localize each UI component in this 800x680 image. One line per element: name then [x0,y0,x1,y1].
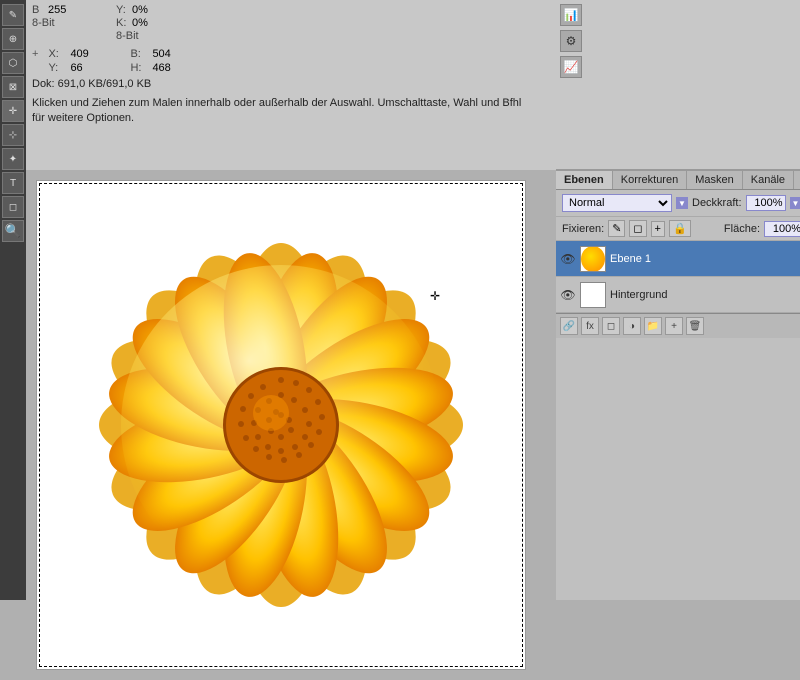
layer-visibility-ebene1[interactable]: 👁 [560,251,576,267]
canvas[interactable]: ✛ [36,180,526,670]
blend-mode-row: Normal ▼ Deckkraft: ▼ [556,190,800,217]
doc-info: Dok: 691,0 KB/691,0 KB [32,78,550,90]
right-panel: 📊 ⚙ 📈 Ebenen Korrekturen Masken Kanäle P… [556,0,800,600]
coord-row: + X: 409 B: 504 [32,48,550,60]
layers-bottom-toolbar: 🔗 fx ◻ ◑ 📁 + 🗑 [556,313,800,338]
graph-icon[interactable]: 📈 [560,56,582,78]
x-value: 409 [70,48,100,60]
b-value: 255 [48,4,78,16]
bit-label2: 8-Bit [116,30,139,42]
layer-visibility-hintergrund[interactable]: 👁 [560,287,576,303]
k-value: 0% [132,17,162,29]
histogram-icon[interactable]: 📊 [560,4,582,26]
tool-clone[interactable]: ✦ [2,148,24,170]
top-panel: B 255 8-Bit Y: 0% K: 0% [26,0,556,170]
fix-position-btn[interactable]: ✎ [608,220,625,237]
blend-mode-select[interactable]: Normal [562,194,672,212]
tool-shape[interactable]: ◻ [2,196,24,218]
link-layers-btn[interactable]: 🔗 [560,317,578,335]
layers-panel: Ebenen Korrekturen Masken Kanäle Pfade ≡… [556,170,800,600]
y-label: Y: [116,4,128,16]
layer-row-ebene1[interactable]: 👁 Ebene 1 [556,241,800,277]
opacity-dropdown-arrow[interactable]: ▼ [790,197,800,209]
flower-image [61,205,501,645]
blend-dropdown-arrow[interactable]: ▼ [676,197,688,209]
tab-kanaele[interactable]: Kanäle [743,171,794,189]
new-group-btn[interactable]: 📁 [644,317,662,335]
opacity-label: Deckkraft: [692,197,742,209]
layer-thumb-hintergrund [580,282,606,308]
canvas-wrapper[interactable]: ✛ [26,170,556,680]
info-left: B 255 8-Bit Y: 0% K: 0% [26,0,556,170]
tool-move[interactable]: ⊕ [2,28,24,50]
flaeche-label: Fläche: [724,223,760,235]
layer-thumb-ebene1 [580,246,606,272]
y-value: 0% [132,4,162,16]
layer-style-btn[interactable]: fx [581,317,599,335]
tab-korrekturen[interactable]: Korrekturen [613,171,687,189]
bit-label1: 8-Bit [32,17,55,29]
right-icon-row1: 📊 [560,4,800,26]
new-layer-btn[interactable]: + [665,317,683,335]
layer-name-ebene1: Ebene 1 [610,253,800,265]
tab-masken[interactable]: Masken [687,171,743,189]
tool-zoom[interactable]: 🔍 [2,220,24,242]
color-info: B 255 8-Bit Y: 0% K: 0% [32,4,550,42]
tool-select[interactable]: ⬡ [2,52,24,74]
tab-ebenen[interactable]: Ebenen [556,171,613,189]
h-value: 468 [152,62,182,74]
fix-transparency-btn[interactable]: ◻ [629,220,646,237]
layer-name-hintergrund: Hintergrund [610,289,800,301]
layer-thumb-flower-icon [581,246,605,272]
add-mask-btn[interactable]: ◻ [602,317,620,335]
tool-brush[interactable]: ✎ [2,4,24,26]
coord-row2: + Y: 66 H: 468 [32,62,550,74]
tool-crop[interactable]: ✛ [2,100,24,122]
fix-all-btn[interactable]: + [651,221,665,237]
b-info-block: B 255 8-Bit [32,4,78,42]
right-icon-row2: ⚙ [560,30,800,52]
yk-info-block: Y: 0% K: 0% 8-Bit [116,4,162,42]
fix-label: Fixieren: [562,223,604,235]
right-icon-row3: 📈 [560,56,800,78]
b2-label: B: [130,48,142,60]
layers-tabs: Ebenen Korrekturen Masken Kanäle Pfade ≡ [556,171,800,190]
new-adjustment-btn[interactable]: ◑ [623,317,641,335]
h-label: H: [130,62,142,74]
right-top: 📊 ⚙ 📈 [556,0,800,170]
tool-text[interactable]: T [2,172,24,194]
y2-label: Y: [48,62,60,74]
left-toolbar: ✎ ⊕ ⬡ ⊠ ✛ ⊹ ✦ T ◻ 🔍 [0,0,26,600]
tool-lasso[interactable]: ⊠ [2,76,24,98]
opacity-input[interactable] [746,195,786,211]
delete-layer-btn[interactable]: 🗑 [686,317,704,335]
layer-row-hintergrund[interactable]: 👁 Hintergrund 🔒 [556,277,800,313]
tab-pfade[interactable]: Pfade [794,171,800,189]
b2-value: 504 [152,48,182,60]
fix-row: Fixieren: ✎ ◻ + 🔒 Fläche: ▼ [556,217,800,241]
hint-text: Klicken und Ziehen zum Malen innerhalb o… [32,96,532,127]
x-label: X: [48,48,60,60]
flaeche-input[interactable] [764,221,800,237]
k-label: K: [116,17,128,29]
main-area: B 255 8-Bit Y: 0% K: 0% [26,0,556,600]
settings-icon[interactable]: ⚙ [560,30,582,52]
b-label: B [32,4,44,16]
fix-lock-btn[interactable]: 🔒 [669,220,691,237]
y2-value: 66 [70,62,100,74]
tool-healing[interactable]: ⊹ [2,124,24,146]
layer-thumb-white-icon [581,282,605,308]
